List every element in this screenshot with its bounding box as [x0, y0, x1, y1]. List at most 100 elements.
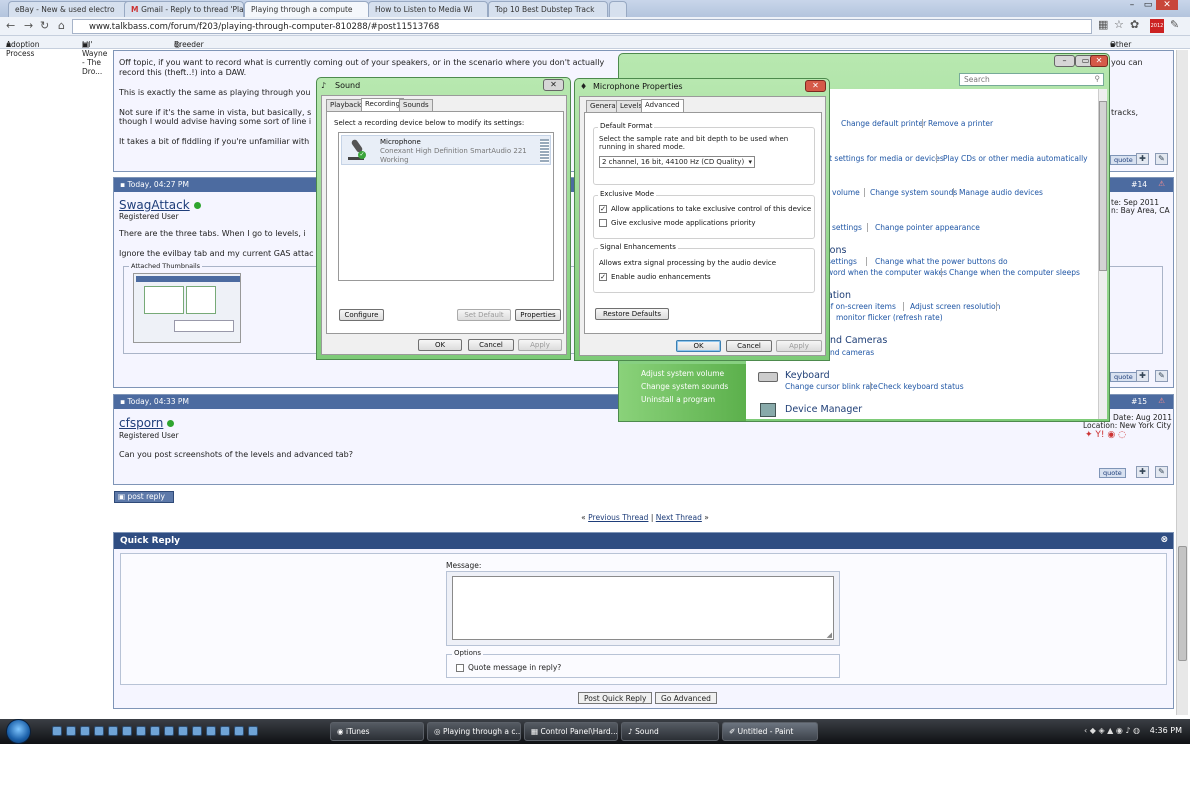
link-volume[interactable]: volume — [832, 188, 860, 197]
apply-button[interactable]: Apply — [518, 339, 562, 351]
link-scanners-cameras[interactable]: nd cameras — [830, 348, 874, 357]
address-bar[interactable]: www.talkbass.com/forum/f203/playing-thro… — [72, 19, 1092, 34]
post-author[interactable]: SwagAttack — [119, 198, 201, 212]
link-manage-audio-devices[interactable]: Manage audio devices — [959, 188, 1043, 197]
attachment-thumbnail[interactable] — [133, 273, 241, 343]
enable-enhancements-checkbox[interactable]: ✓ — [599, 273, 607, 281]
sidebar-link-system-sounds[interactable]: Change system sounds — [641, 382, 728, 391]
quick-reply-icon[interactable]: ✎ — [1155, 466, 1168, 478]
sidebar-link-adjust-volume[interactable]: Adjust system volume — [641, 369, 724, 378]
close-icon[interactable]: ✕ — [1090, 55, 1108, 67]
tab-playback[interactable]: Playback — [326, 99, 366, 111]
quote-button[interactable]: quote — [1110, 372, 1137, 382]
star-icon[interactable]: ☆ — [1114, 18, 1124, 31]
new-tab-button[interactable] — [609, 1, 627, 17]
browser-tab-media[interactable]: How to Listen to Media Wi — [368, 1, 488, 17]
quick-launch-icon[interactable] — [150, 726, 160, 736]
heading-device-manager[interactable]: Device Manager — [785, 404, 862, 415]
link-monitor-flicker[interactable]: monitor flicker (refresh rate) — [836, 313, 943, 322]
year-badge[interactable]: 2012 — [1150, 19, 1164, 33]
quote-button[interactable]: quote — [1099, 468, 1126, 478]
link-play-cds[interactable]: Play CDs or other media automatically — [943, 154, 1088, 163]
tab-recording[interactable]: Recording — [361, 98, 405, 111]
page-icon[interactable]: ▦ — [1098, 18, 1108, 31]
link-password-wake[interactable]: word when the computer wakes — [827, 268, 947, 277]
next-thread-link[interactable]: Next Thread — [656, 513, 702, 522]
link-keyboard-status[interactable]: Check keyboard status — [878, 382, 964, 391]
quick-launch-icon[interactable] — [220, 726, 230, 736]
back-icon[interactable]: ← — [6, 19, 15, 32]
exclusive-priority-option[interactable]: Give exclusive mode applications priorit… — [599, 219, 756, 227]
restore-defaults-button[interactable]: Restore Defaults — [595, 308, 669, 320]
heading-scanners-cameras[interactable]: nd Cameras — [830, 335, 887, 346]
link-computer-sleeps[interactable]: Change when the computer sleeps — [949, 268, 1080, 277]
taskbar-item-itunes[interactable]: ◉ iTunes — [330, 722, 424, 741]
quick-launch-icon[interactable] — [192, 726, 202, 736]
minimize-icon[interactable]: – — [1124, 0, 1140, 10]
taskbar-item-paint[interactable]: ✐ Untitled - Paint — [722, 722, 818, 741]
browser-tab-dubstep[interactable]: Top 10 Best Dubstep Track — [488, 1, 608, 17]
set-default-button[interactable]: Set Default — [457, 309, 511, 321]
link-change-system-sounds[interactable]: Change system sounds — [870, 188, 957, 197]
heading-keyboard[interactable]: Keyboard — [785, 370, 830, 381]
cancel-button[interactable]: Cancel — [726, 340, 772, 352]
taskbar-item-chrome[interactable]: ◎ Playing through a c... — [427, 722, 521, 741]
collapse-icon[interactable]: ⊗ — [1160, 535, 1168, 545]
close-icon[interactable]: ✕ — [1156, 0, 1178, 10]
resize-handle-icon[interactable]: ◢ — [827, 631, 832, 639]
scrollbar-thumb[interactable] — [1178, 546, 1187, 661]
post-reply-button[interactable]: ▣ post reply — [114, 491, 174, 503]
link-battery-settings[interactable]: settings — [827, 257, 857, 266]
ok-button[interactable]: OK — [418, 339, 462, 351]
maximize-icon[interactable]: ▭ — [1140, 0, 1156, 10]
multiquote-icon[interactable]: ✚ — [1136, 370, 1149, 382]
properties-button[interactable]: Properties — [515, 309, 561, 321]
minimize-icon[interactable]: – — [1054, 55, 1075, 67]
quick-launch-icon[interactable] — [248, 726, 258, 736]
heading-personalization[interactable]: ation — [827, 290, 851, 301]
taskbar-item-control-panel[interactable]: ▦ Control Panel\Hard... — [524, 722, 618, 741]
tab-sounds[interactable]: Sounds — [399, 99, 433, 111]
quick-launch-icon[interactable] — [66, 726, 76, 736]
control-panel-search[interactable]: Search ⚲ — [959, 73, 1104, 86]
device-row-microphone[interactable]: ✓ Microphone Conexant High Definition Sm… — [341, 135, 551, 165]
device-list[interactable]: ✓ Microphone Conexant High Definition Sm… — [338, 132, 554, 281]
quick-launch-icon[interactable] — [164, 726, 174, 736]
post-number[interactable]: #15 — [1131, 397, 1147, 406]
browser-tab-talkbass[interactable]: Playing through a compute — [244, 1, 369, 17]
close-icon[interactable]: ✕ — [543, 79, 564, 91]
quick-launch-icon[interactable] — [94, 726, 104, 736]
format-select[interactable]: 2 channel, 16 bit, 44100 Hz (CD Quality)… — [599, 156, 755, 168]
apply-button[interactable]: Apply — [776, 340, 822, 352]
quote-button[interactable]: quote — [1110, 155, 1137, 165]
quick-launch-icon[interactable] — [136, 726, 146, 736]
browser-tab-ebay[interactable]: eBay - New & used electro — [8, 1, 130, 17]
post-number[interactable]: #14 — [1131, 180, 1147, 189]
quote-option[interactable]: Quote message in reply? — [456, 663, 561, 672]
multiquote-icon[interactable]: ✚ — [1136, 466, 1149, 478]
scrollbar-thumb[interactable] — [1099, 101, 1107, 271]
system-tray[interactable]: ‹ ◆ ◈ ▲ ◉ ♪ ◍ — [1084, 726, 1140, 735]
quick-launch-icon[interactable] — [234, 726, 244, 736]
taskbar-item-sound[interactable]: ♪ Sound — [621, 722, 719, 741]
quick-launch-icon[interactable] — [108, 726, 118, 736]
home-icon[interactable]: ⌂ — [58, 19, 65, 32]
page-scrollbar[interactable] — [1176, 50, 1188, 715]
previous-thread-link[interactable]: Previous Thread — [588, 513, 648, 522]
forward-icon[interactable]: → — [24, 19, 33, 32]
exclusive-control-checkbox[interactable]: ✓ — [599, 205, 607, 213]
report-icon[interactable]: ⚠ — [1158, 179, 1165, 188]
report-icon[interactable]: ⚠ — [1158, 396, 1165, 405]
link-screen-resolution[interactable]: Adjust screen resolution — [910, 302, 1000, 311]
quote-checkbox[interactable] — [456, 664, 464, 672]
link-pointer-appearance[interactable]: Change pointer appearance — [875, 223, 980, 232]
message-textarea[interactable]: ◢ — [452, 576, 834, 640]
tab-advanced[interactable]: Advanced — [641, 99, 684, 112]
reload-icon[interactable]: ↻ — [40, 19, 49, 32]
search-icon[interactable]: ⚲ — [1095, 74, 1101, 83]
quick-launch-icon[interactable] — [52, 726, 62, 736]
control-panel-scrollbar[interactable] — [1098, 89, 1107, 419]
ok-button[interactable]: OK — [676, 340, 721, 352]
link-change-default-printer[interactable]: Change default printer — [841, 119, 926, 128]
exclusive-priority-checkbox[interactable] — [599, 219, 607, 227]
